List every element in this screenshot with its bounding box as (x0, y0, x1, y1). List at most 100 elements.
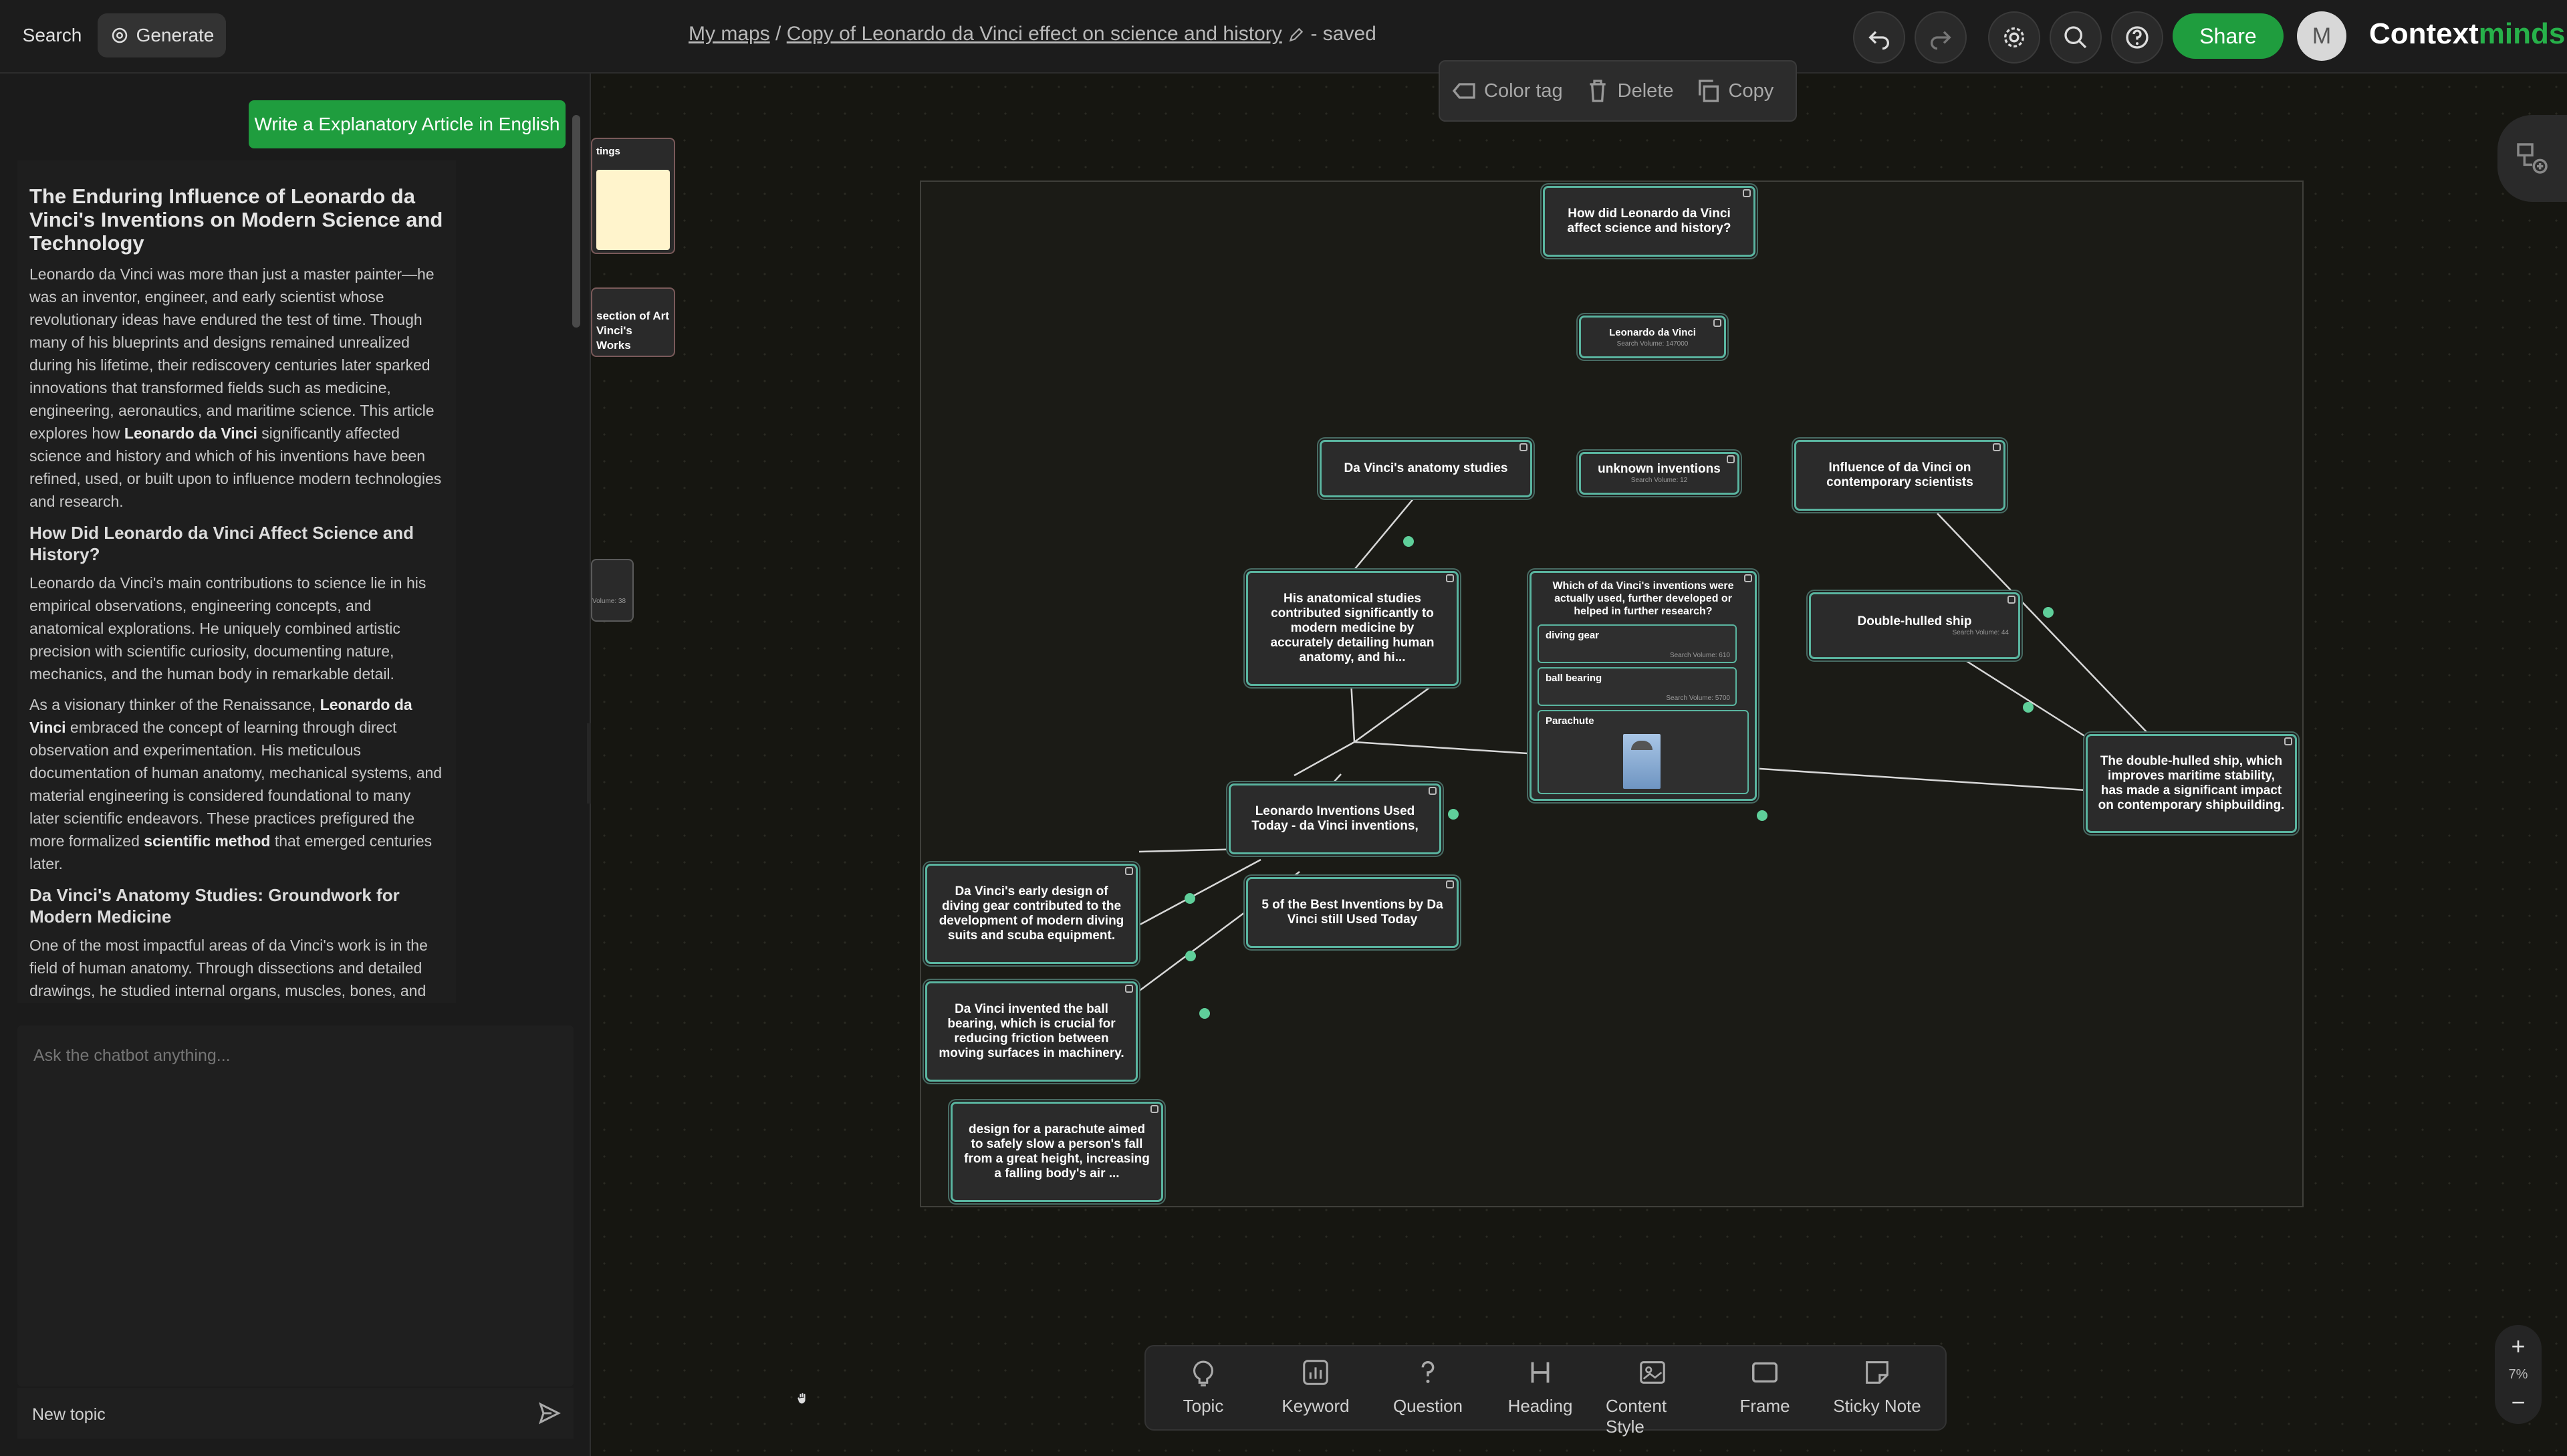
tool-frame[interactable]: Frame (1718, 1357, 1812, 1417)
redo-button[interactable] (1915, 11, 1967, 64)
edge (1350, 497, 1415, 574)
pin-icon[interactable] (2007, 596, 2015, 604)
delete-button[interactable]: Delete (1574, 78, 1685, 104)
tool-content-style[interactable]: Content Style (1606, 1357, 1699, 1437)
side-panel-toggle[interactable] (2497, 115, 2567, 202)
pin-icon[interactable] (1743, 189, 1751, 197)
node-label: The double-hulled ship, which improves m… (2098, 754, 2285, 812)
node-diving-gear-description[interactable]: Da Vinci's early design of diving gear c… (925, 864, 1138, 964)
logo: Contextminds (2369, 17, 2565, 51)
article-scrollbar[interactable] (572, 115, 580, 328)
openai-icon (112, 27, 127, 43)
pin-icon[interactable] (2284, 737, 2292, 745)
node-five-best-inventions[interactable]: 5 of the Best Inventions by Da Vinci sti… (1246, 877, 1459, 948)
search-tab-label: Search (22, 25, 82, 45)
pin-icon[interactable] (1125, 985, 1133, 993)
breadcrumb-map-title[interactable]: Copy of Leonardo da Vinci effect on scie… (787, 23, 1282, 45)
article-paragraph: Leonardo da Vinci was more than just a m… (29, 265, 442, 510)
heading-icon (1531, 1362, 1550, 1383)
node-keyword-unknown-inventions[interactable]: unknown inventions Search Volume: 12 (1579, 452, 1739, 495)
node-influence-scientists[interactable]: Influence of da Vinci on contemporary sc… (1794, 440, 2005, 511)
tool-label: Topic (1183, 1396, 1224, 1416)
offscreen-keyword-node[interactable]: Volume: 38 (591, 559, 634, 622)
undo-button[interactable] (1853, 11, 1905, 64)
pin-icon[interactable] (1713, 319, 1721, 327)
pin-icon[interactable] (1446, 574, 1454, 582)
edge (1294, 741, 1355, 777)
gear-icon (2004, 27, 2024, 47)
tool-topic[interactable]: Topic (1156, 1357, 1250, 1417)
offscreen-node-volume: Volume: 38 (592, 598, 626, 605)
share-button[interactable]: Share (2173, 13, 2284, 59)
edge (1354, 678, 1442, 743)
zoom-in-button[interactable]: + (2511, 1334, 2525, 1358)
breadcrumb-my-maps[interactable]: My maps (689, 23, 770, 45)
pin-icon[interactable] (1727, 455, 1735, 463)
redo-icon (1931, 31, 1951, 50)
send-icon[interactable] (537, 1401, 562, 1425)
edge-handle (1199, 1008, 1210, 1019)
avatar[interactable]: M (2297, 11, 2346, 61)
node-label: Da Vinci's anatomy studies (1344, 461, 1508, 475)
offscreen-sticky-node[interactable]: tings (591, 138, 675, 254)
question-icon (1421, 1360, 1435, 1383)
node-inventions-used-today[interactable]: Leonardo Inventions Used Today - da Vinc… (1229, 783, 1441, 854)
node-keyword-leonardo[interactable]: Leonardo da Vinci Search Volume: 147000 (1579, 316, 1726, 358)
generate-tab[interactable]: Generate (98, 13, 226, 57)
search-tab[interactable]: Search (19, 13, 86, 57)
color-tag-button[interactable]: Color tag (1440, 78, 1574, 104)
node-label: Parachute (1546, 715, 1594, 727)
node-label: ball bearing (1546, 673, 1602, 684)
pencil-icon[interactable] (1288, 26, 1305, 43)
article-title: The Enduring Influence of Leonardo da Vi… (29, 185, 443, 255)
node-label: Which of da Vinci's inventions were actu… (1552, 580, 1734, 617)
pin-icon[interactable] (1446, 880, 1454, 888)
offscreen-heading-node[interactable]: section of Art Vinci's Works (591, 287, 675, 357)
help-icon (2126, 26, 2149, 49)
tool-sticky-note[interactable]: Sticky Note (1830, 1357, 1924, 1417)
trash-icon (1590, 80, 1606, 102)
help-button[interactable] (2111, 11, 2163, 64)
copy-button[interactable]: Copy (1685, 78, 1785, 104)
offscreen-node-label: tings (596, 146, 620, 157)
tool-keyword[interactable]: Keyword (1269, 1357, 1362, 1417)
subnode-ball-bearing[interactable]: ball bearing Search Volume: 5700 (1538, 667, 1737, 706)
lightbulb-icon (1193, 1360, 1213, 1386)
tool-question[interactable]: Question (1381, 1357, 1475, 1417)
generated-article: The Enduring Influence of Leonardo da Vi… (17, 160, 456, 1003)
subnode-parachute[interactable]: Parachute (1538, 710, 1749, 794)
subnode-diving-gear[interactable]: diving gear Search Volume: 610 (1538, 624, 1737, 663)
logo-main: Context (2369, 17, 2479, 50)
zoom-level: 7% (2508, 1366, 2528, 1382)
settings-button[interactable] (1988, 11, 2040, 64)
node-anatomy-studies[interactable]: Da Vinci's anatomy studies (1320, 440, 1532, 497)
zoom-out-button[interactable]: − (2511, 1390, 2525, 1415)
node-anatomy-description[interactable]: His anatomical studies contributed signi… (1246, 571, 1459, 686)
node-double-hulled-description[interactable]: The double-hulled ship, which improves m… (2086, 734, 2297, 833)
edge-handle (1448, 809, 1459, 820)
node-parachute-description[interactable]: design for a parachute aimed to safely s… (951, 1102, 1163, 1202)
selection-toolbar: Color tag Delete Copy (1439, 60, 1797, 122)
tool-label: Question (1392, 1396, 1463, 1416)
pin-icon[interactable] (1993, 443, 2001, 451)
node-label: diving gear (1546, 630, 1600, 641)
pin-icon[interactable] (1125, 867, 1133, 875)
pin-icon[interactable] (1744, 574, 1752, 582)
frame-icon (1752, 1362, 1778, 1383)
breadcrumb: My maps / Copy of Leonardo da Vinci effe… (689, 23, 1376, 45)
write-article-button[interactable]: Write a Explanatory Article in English (249, 100, 566, 148)
search-button[interactable] (2050, 11, 2102, 64)
top-bar: Search Generate My maps / Copy of Leonar… (0, 0, 2567, 74)
pin-icon[interactable] (1429, 787, 1437, 795)
pin-icon[interactable] (1150, 1105, 1158, 1113)
node-keyword-double-hulled[interactable]: Double-hulled ship Search Volume: 44 (1809, 592, 2020, 659)
chat-input[interactable] (32, 1042, 556, 1070)
pin-icon[interactable] (1519, 443, 1527, 451)
search-volume: Search Volume: 12 (1630, 477, 1688, 484)
node-label: design for a parachute aimed to safely s… (964, 1122, 1150, 1181)
search-icon (2064, 26, 2087, 49)
node-ball-bearing-description[interactable]: Da Vinci invented the ball bearing, whic… (925, 981, 1138, 1082)
tool-heading[interactable]: Heading (1493, 1357, 1587, 1417)
search-volume: Search Volume: 44 (1952, 629, 2009, 636)
node-root-question[interactable]: How did Leonardo da Vinci affect science… (1543, 186, 1755, 257)
